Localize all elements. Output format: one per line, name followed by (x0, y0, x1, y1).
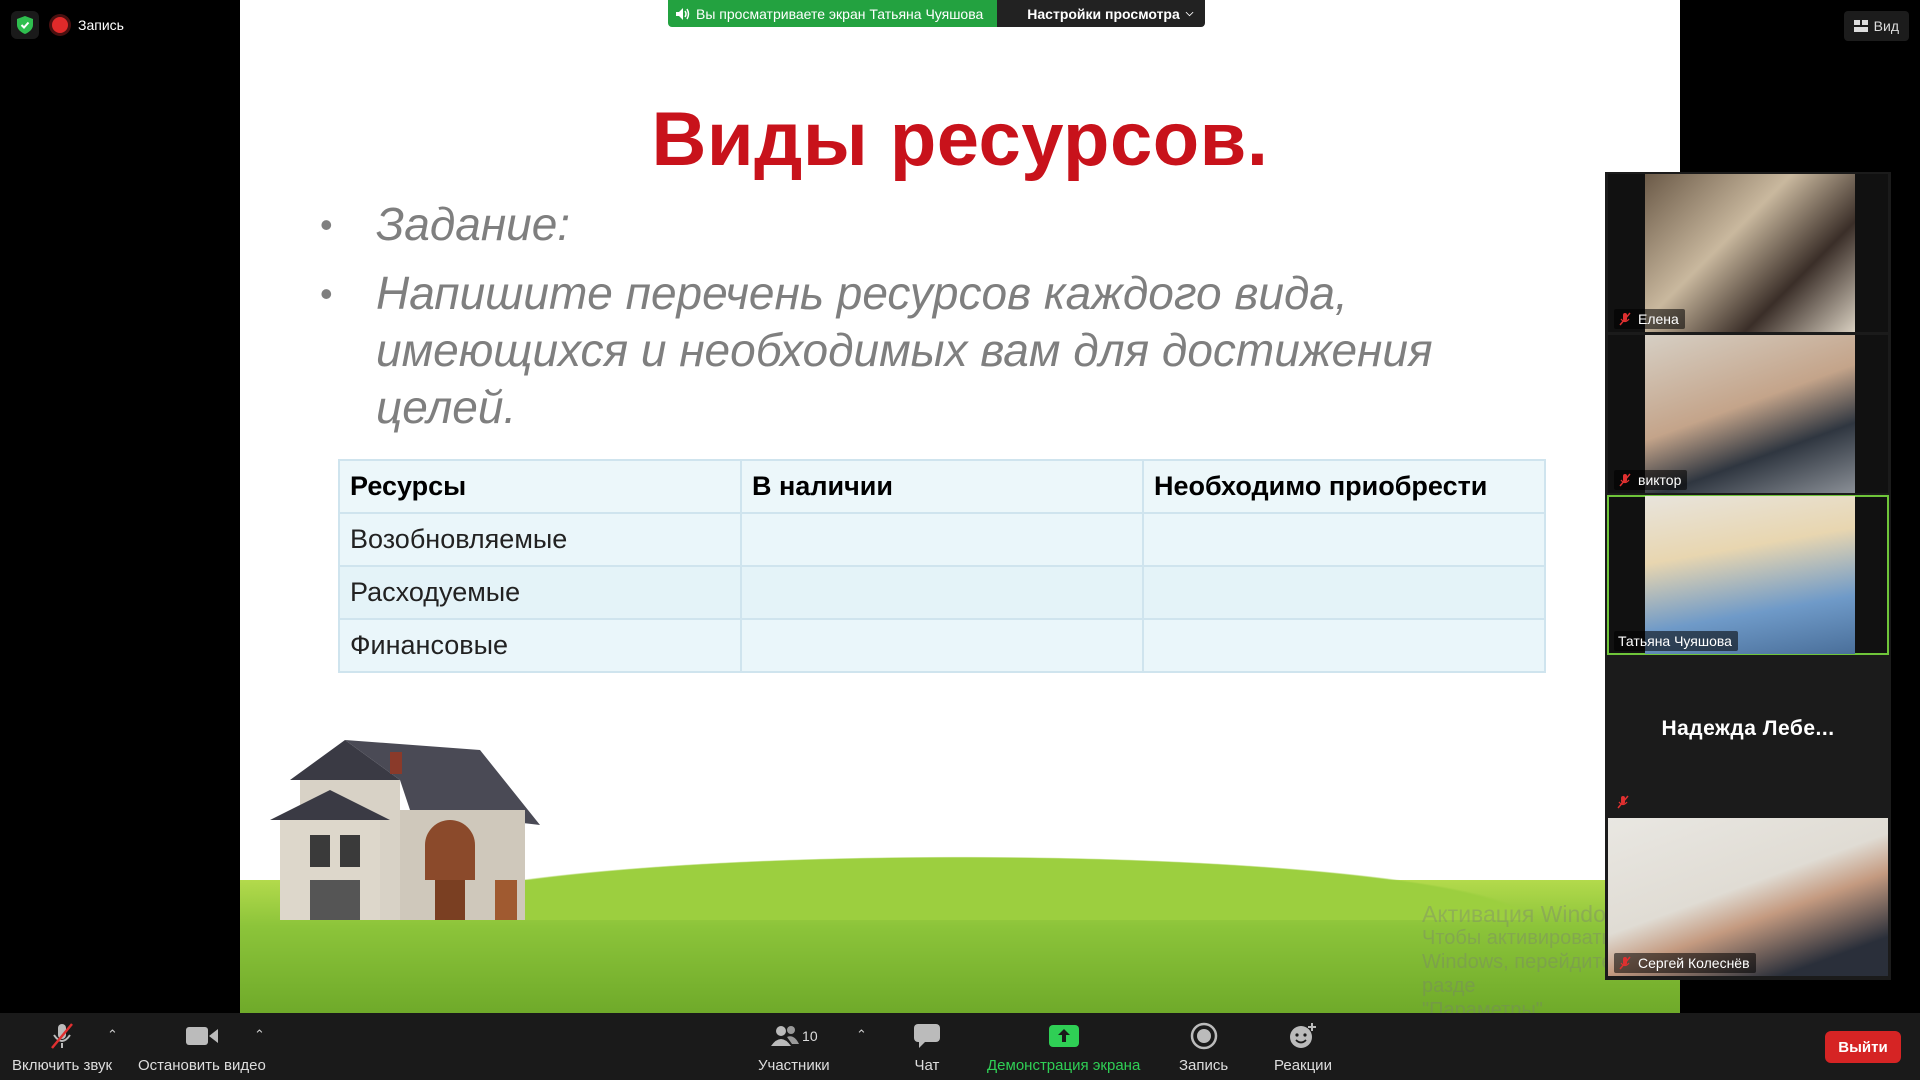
participant-name: Елена (1638, 311, 1679, 327)
mic-muted-icon (1619, 312, 1631, 326)
participant-tile[interactable]: Елена (1608, 174, 1888, 332)
view-options-button[interactable]: Настройки просмотра ⌵ (997, 0, 1206, 27)
participant-tile[interactable]: Сергей Колеснёв (1608, 818, 1888, 976)
watermark-line: "Параметры". (1422, 999, 1549, 1013)
mic-muted-icon (1619, 473, 1631, 487)
participant-name: Татьяна Чуяшова (1618, 633, 1732, 649)
column-header: Ресурсы (338, 459, 742, 514)
grid-view-icon (1853, 20, 1868, 32)
participants-options-chevron-icon[interactable]: ⌃ (856, 1027, 867, 1043)
view-options-label: Настройки просмотра (1027, 5, 1180, 22)
shared-screen: Виды ресурсов. Задание: Напишите перечен… (240, 0, 1680, 1013)
participant-name-tag: Татьяна Чуяшова (1614, 631, 1738, 651)
audio-options-chevron-icon[interactable]: ⌃ (107, 1027, 118, 1043)
share-screen-label: Демонстрация экрана (987, 1057, 1141, 1074)
participants-count: 10 (802, 1028, 818, 1044)
record-icon (1190, 1019, 1218, 1053)
viewing-text: Вы просматриваете экран Татьяна Чуяшова (696, 5, 984, 22)
table-header-row: Ресурсы В наличии Необходимо приобрести (338, 459, 1546, 514)
speaker-icon (676, 7, 690, 20)
view-label: Вид (1873, 18, 1899, 34)
participant-name: Сергей Колеснёв (1638, 955, 1750, 971)
participant-name-tag: Елена (1614, 309, 1685, 329)
table-cell: Финансовые (338, 618, 742, 673)
security-shield-icon[interactable] (11, 11, 39, 39)
screen-share-banner: Вы просматриваете экран Татьяна Чуяшова … (668, 0, 1206, 27)
mic-muted-icon (47, 1019, 77, 1053)
participant-tile-no-video[interactable]: Надежда Лебе... (1608, 657, 1888, 815)
table-cell (1142, 565, 1546, 620)
chevron-down-icon: ⌵ (1185, 8, 1194, 19)
record-label: Запись (1179, 1057, 1229, 1074)
reactions-smiley-icon (1288, 1019, 1318, 1053)
participant-name-tag: виктор (1614, 470, 1688, 490)
bullet-item: Задание: (320, 196, 1520, 253)
table-row: Возобновляемые (338, 512, 1546, 567)
unmute-button[interactable]: Включить звук (12, 1019, 112, 1074)
participant-tile[interactable]: виктор (1608, 335, 1888, 493)
table-cell (740, 618, 1144, 673)
participant-name: Надежда Лебе... (1661, 717, 1835, 740)
table-row: Расходуемые (338, 565, 1546, 620)
table-cell (1142, 618, 1546, 673)
share-screen-button[interactable]: Демонстрация экрана (987, 1019, 1140, 1074)
table-cell (1142, 512, 1546, 567)
reactions-button[interactable]: Реакции (1274, 1019, 1332, 1074)
resources-table: Ресурсы В наличии Необходимо приобрести … (338, 459, 1546, 673)
participants-button[interactable]: 10 Участники (758, 1019, 830, 1074)
recording-label: Запись (78, 17, 124, 33)
participants-gallery: Елена виктор Татьяна Чуяшова Надежда Леб… (1605, 172, 1891, 980)
column-header: Необходимо приобрести (1142, 459, 1546, 514)
slide-bullets: Задание: Напишите перечень ресурсов кажд… (320, 196, 1520, 448)
record-button[interactable]: Запись (1179, 1019, 1228, 1074)
recording-dot-icon (52, 17, 68, 33)
leave-meeting-button[interactable]: Выйти (1825, 1031, 1901, 1063)
house-illustration (270, 740, 540, 920)
share-screen-icon (1048, 1019, 1079, 1053)
video-camera-icon (185, 1019, 218, 1053)
reactions-label: Реакции (1274, 1057, 1332, 1074)
mic-muted-icon (1617, 795, 1629, 809)
chat-bubble-icon (913, 1019, 941, 1053)
video-options-chevron-icon[interactable]: ⌃ (254, 1027, 265, 1043)
table-cell: Возобновляемые (338, 512, 742, 567)
meeting-toolbar: Включить звук ⌃ Остановить видео ⌃ 10 Уч… (0, 1013, 1920, 1080)
unmute-label: Включить звук (12, 1057, 113, 1074)
participants-icon-wrap: 10 (770, 1019, 818, 1053)
chat-label: Чат (914, 1057, 940, 1074)
bullet-item: Напишите перечень ресурсов каждого вида,… (320, 265, 1520, 436)
participant-name-tag: Сергей Колеснёв (1614, 953, 1756, 973)
chat-button[interactable]: Чат (913, 1019, 941, 1074)
viewing-notice: Вы просматриваете экран Татьяна Чуяшова (668, 0, 998, 27)
participants-label: Участники (758, 1057, 830, 1074)
participants-icon (771, 1026, 800, 1046)
recording-indicator[interactable]: Запись (52, 11, 124, 39)
participant-name: виктор (1638, 472, 1682, 488)
table-cell: Расходуемые (338, 565, 742, 620)
participant-tile-active-speaker[interactable]: Татьяна Чуяшова (1607, 495, 1889, 655)
column-header: В наличии (740, 459, 1144, 514)
table-cell (740, 565, 1144, 620)
stop-video-button[interactable]: Остановить видео (138, 1019, 266, 1074)
table-row: Финансовые (338, 618, 1546, 673)
slide-title: Виды ресурсов. (651, 97, 1269, 182)
stop-video-label: Остановить видео (138, 1057, 266, 1074)
view-button[interactable]: Вид (1843, 11, 1909, 41)
table-cell (740, 512, 1144, 567)
zoom-meeting-window: Запись Виды ресурсов. Задание: Напишите … (0, 0, 1920, 1080)
mic-muted-icon (1619, 956, 1631, 970)
